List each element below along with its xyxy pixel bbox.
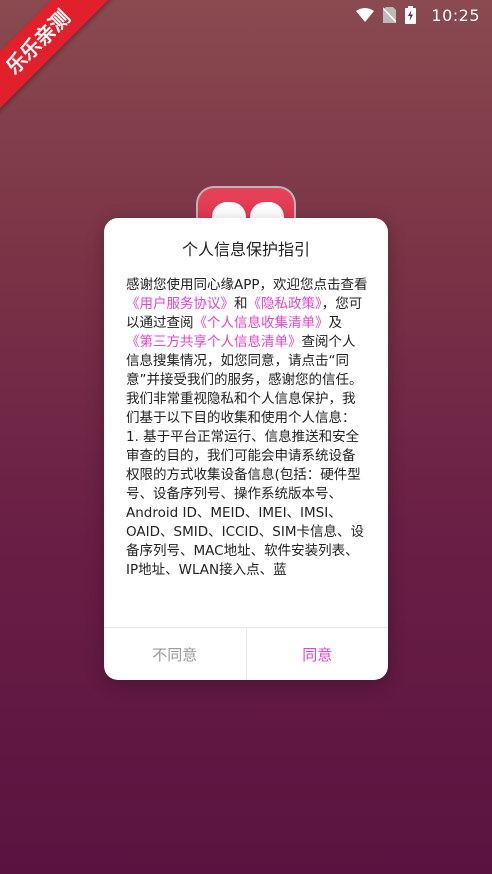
body-text: 和: [234, 296, 248, 312]
privacy-dialog: 个人信息保护指引 感谢您使用同心缘APP，欢迎您点击查看《用户服务协议》和《隐私…: [104, 218, 388, 680]
user-agreement-link[interactable]: 《用户服务协议》: [126, 296, 234, 312]
personal-info-list-link[interactable]: 《个人信息收集清单》: [194, 315, 329, 331]
third-party-list-link[interactable]: 《第三方共享个人信息清单》: [126, 334, 302, 350]
body-paragraph-1: 感谢您使用同心缘APP，欢迎您点击查看《用户服务协议》和《隐私政策》，您可以通过…: [126, 276, 368, 390]
ribbon-corner: 乐乐亲测: [0, 0, 130, 130]
battery-charging-icon: [405, 6, 417, 24]
body-text: 及: [328, 315, 343, 331]
body-paragraph-2: 我们非常重视隐私和个人信息保护，我们基于以下目的收集和使用个人信息：: [126, 391, 356, 426]
agree-button[interactable]: 同意: [247, 628, 389, 680]
ribbon-label: 乐乐亲测: [0, 0, 116, 120]
wifi-icon: [356, 8, 375, 22]
status-icons: 10:25: [356, 6, 480, 25]
privacy-policy-link[interactable]: 《隐私政策》: [248, 296, 322, 312]
status-time: 10:25: [431, 5, 480, 25]
body-paragraph-3: 1. 基于平台正常运行、信息推送和安全审查的目的，我们可能会申请系统设备权限的方…: [126, 429, 365, 578]
dialog-footer: 不同意 同意: [104, 627, 388, 680]
body-text: 感谢您使用同心缘APP，欢迎您点击查看: [126, 277, 368, 293]
disagree-button[interactable]: 不同意: [104, 628, 247, 680]
dialog-body[interactable]: 感谢您使用同心缘APP，欢迎您点击查看《用户服务协议》和《隐私政策》，您可以通过…: [126, 276, 368, 606]
no-sim-icon: [383, 7, 397, 23]
dialog-title: 个人信息保护指引: [181, 240, 310, 259]
